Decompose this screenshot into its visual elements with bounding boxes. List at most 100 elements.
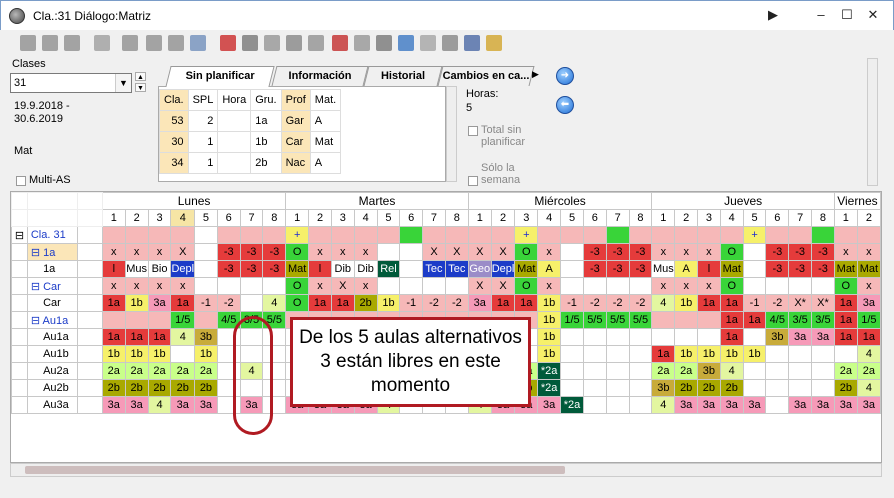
matrix-cell[interactable] — [742, 260, 767, 278]
matrix-cell[interactable]: X* — [788, 294, 813, 312]
matrix-cell[interactable] — [628, 328, 653, 346]
matrix-cell[interactable] — [605, 396, 630, 414]
matrix-cell[interactable] — [147, 226, 172, 244]
matrix-cell[interactable]: 2b — [101, 379, 126, 397]
period-header[interactable]: 4 — [537, 209, 562, 227]
period-header[interactable]: 4 — [170, 209, 196, 227]
matrix-cell[interactable]: Depl — [490, 260, 516, 278]
matrix-cell[interactable] — [444, 277, 469, 295]
matrix-cell[interactable]: 4/5 — [765, 311, 790, 329]
matrix-cell[interactable] — [788, 345, 813, 363]
tree-toggle-icon[interactable] — [11, 277, 28, 295]
matrix-cell[interactable]: 4 — [262, 294, 287, 312]
matrix-cell[interactable]: O — [285, 243, 310, 261]
matrix-cell[interactable]: 1b — [742, 345, 767, 363]
period-header[interactable]: 6 — [216, 209, 241, 227]
matrix-cell[interactable]: -3 — [216, 243, 241, 261]
matrix-cell[interactable]: x — [674, 243, 699, 261]
matrix-cell[interactable]: x — [833, 243, 858, 261]
matrix-cell[interactable] — [697, 226, 721, 244]
matrix-cell[interactable]: -1 — [399, 294, 424, 312]
period-header[interactable]: 2 — [308, 209, 332, 227]
matrix-cell[interactable]: 3a — [788, 328, 813, 346]
matrix-cell[interactable] — [605, 277, 630, 295]
matrix-cell[interactable]: 1a — [742, 311, 767, 329]
matrix-cell[interactable] — [239, 226, 264, 244]
matrix-cell[interactable]: 3a — [124, 396, 149, 414]
matrix-cell[interactable]: -3 — [788, 260, 813, 278]
matrix-cell[interactable]: Mus — [651, 260, 676, 278]
maximize-button[interactable]: ☐ — [839, 7, 855, 23]
period-header[interactable]: 8 — [262, 209, 287, 227]
matrix-cell[interactable] — [628, 277, 653, 295]
matrix-cell[interactable] — [765, 226, 790, 244]
arrow-right-icon[interactable]: ➜ — [556, 67, 574, 85]
matrix-cell[interactable] — [628, 226, 653, 244]
minimize-button[interactable]: ‒ — [813, 7, 829, 23]
matrix-cell[interactable] — [330, 226, 355, 244]
matrix-cell[interactable] — [742, 277, 767, 295]
clock-icon[interactable] — [286, 35, 302, 51]
period-header[interactable]: 4 — [353, 209, 378, 227]
matrix-cell[interactable]: Dib — [353, 260, 378, 278]
matrix-cell[interactable]: Mat — [719, 260, 744, 278]
matrix-cell[interactable]: Mat — [833, 260, 858, 278]
matrix-cell[interactable] — [674, 226, 699, 244]
arrow-left-icon[interactable]: ⬅ — [556, 96, 574, 114]
matrix-cell[interactable]: 1a — [833, 294, 858, 312]
period-header[interactable]: 1 — [833, 209, 858, 227]
period-header[interactable]: 1 — [285, 209, 310, 227]
matrix-cell[interactable] — [605, 226, 630, 244]
period-header[interactable]: 1 — [101, 209, 126, 227]
total-unplanned-checkbox[interactable] — [468, 126, 478, 136]
matrix-cell[interactable]: 1b — [537, 345, 562, 363]
matrix-cell[interactable]: -1 — [194, 294, 218, 312]
matrix-cell[interactable] — [582, 379, 607, 397]
matrix-cell[interactable] — [605, 379, 630, 397]
matrix-cell[interactable]: + — [285, 226, 310, 244]
matrix-cell[interactable]: -3 — [605, 260, 630, 278]
period-header[interactable]: 5 — [194, 209, 218, 227]
matrix-cell[interactable]: x — [124, 243, 149, 261]
matrix-cell[interactable]: *2a — [537, 362, 562, 380]
matrix-cell[interactable] — [742, 362, 767, 380]
matrix-cell[interactable] — [170, 226, 196, 244]
lock-icon[interactable] — [146, 35, 162, 51]
period-header[interactable]: 5 — [560, 209, 584, 227]
scrollbar-thumb[interactable] — [25, 466, 565, 474]
matrix-cell[interactable]: 2b — [697, 379, 721, 397]
matrix-cell[interactable]: x — [170, 277, 196, 295]
tree-toggle-icon[interactable] — [11, 328, 28, 346]
matrix-cell[interactable] — [674, 311, 699, 329]
print-icon[interactable] — [122, 35, 138, 51]
matrix-cell[interactable]: 1b — [124, 294, 149, 312]
align-icon[interactable] — [354, 35, 370, 51]
matrix-cell[interactable]: x — [674, 277, 699, 295]
matrix-cell[interactable]: Geo — [467, 260, 492, 278]
period-header[interactable]: 7 — [239, 209, 264, 227]
matrix-cell[interactable]: 1a — [514, 294, 539, 312]
matrix-cell[interactable]: 5/5 — [605, 311, 630, 329]
gear-icon[interactable] — [486, 35, 502, 51]
matrix-cell[interactable]: O — [514, 277, 539, 295]
period-header[interactable]: 1 — [467, 209, 492, 227]
matrix-cell[interactable]: 3a — [856, 396, 881, 414]
matrix-cell[interactable] — [742, 328, 767, 346]
table-icon[interactable] — [420, 35, 436, 51]
edit-icon[interactable] — [464, 35, 480, 51]
matrix-cell[interactable] — [788, 362, 813, 380]
matrix-cell[interactable] — [856, 226, 881, 244]
matrix-cell[interactable] — [582, 328, 607, 346]
matrix-cell[interactable]: 4 — [170, 328, 196, 346]
matrix-cell[interactable]: 2b — [353, 294, 378, 312]
matrix-cell[interactable] — [101, 311, 126, 329]
matrix-cell[interactable]: 1b — [147, 345, 172, 363]
tree-toggle-icon[interactable] — [11, 294, 28, 312]
matrix-cell[interactable]: 2a — [674, 362, 699, 380]
tree-toggle-icon[interactable] — [11, 362, 28, 380]
matrix-cell[interactable]: X — [490, 277, 516, 295]
matrix-cell[interactable] — [811, 362, 835, 380]
matrix-cell[interactable]: Dib — [330, 260, 355, 278]
matrix-cell[interactable] — [308, 226, 332, 244]
matrix-cell[interactable]: 1a — [147, 328, 172, 346]
